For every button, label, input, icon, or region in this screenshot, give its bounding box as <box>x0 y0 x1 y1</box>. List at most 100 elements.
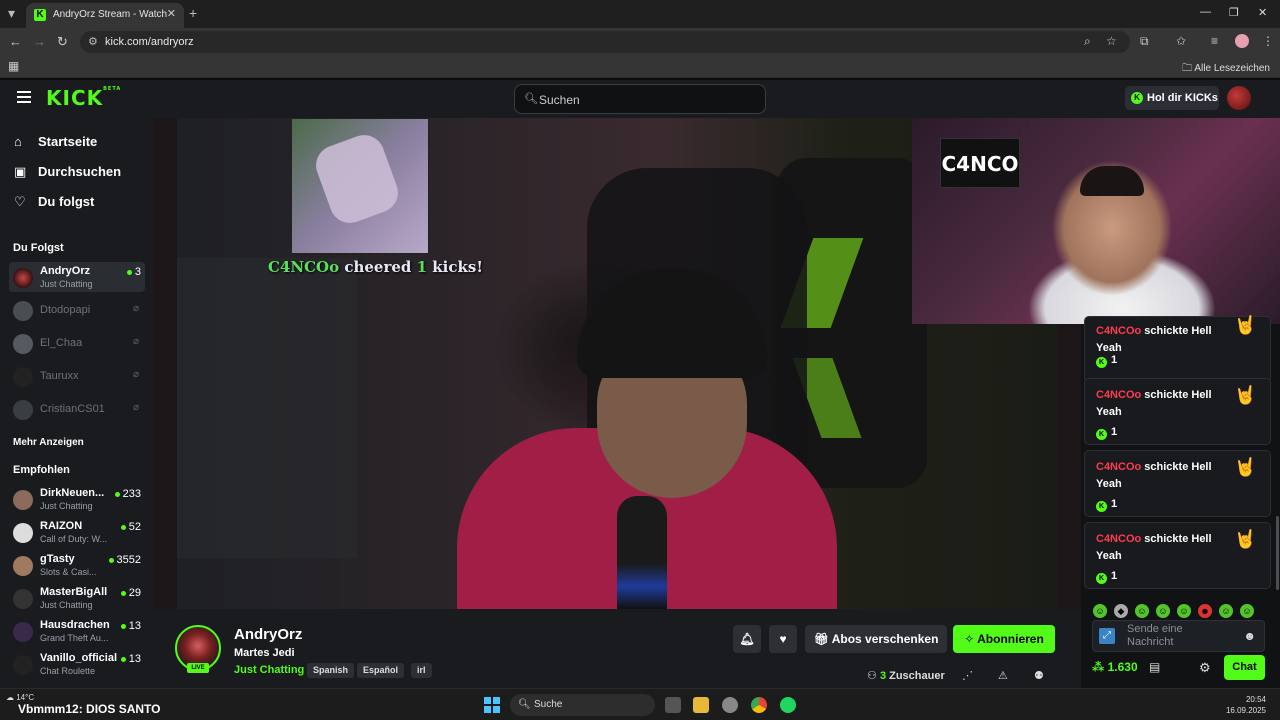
offline-icon: ⌀ <box>132 402 139 413</box>
stream-category[interactable]: Just Chatting <box>234 664 304 676</box>
kicks-coin-icon: K <box>1096 429 1107 440</box>
sidebar-channel-tauruxx[interactable]: Tauruxx ⌀ <box>9 361 145 391</box>
get-kicks-button[interactable]: K Hol dir KICKs <box>1125 86 1219 110</box>
forward-icon[interactable]: → <box>33 34 46 49</box>
chat-message-input[interactable]: ⤢ Sende eine Nachricht ☻ <box>1092 620 1265 652</box>
viewer-count: 13 <box>120 653 141 665</box>
channel-avatar[interactable]: LIVE <box>175 625 221 673</box>
tag-spanish[interactable]: Spanish <box>307 663 355 678</box>
sidebar-channel-recommended[interactable]: MasterBigAll Just Chatting 29 <box>9 583 145 613</box>
zoom-icon[interactable]: ⌕ <box>1084 34 1091 49</box>
reload-icon[interactable]: ↻ <box>57 34 68 50</box>
chat-input-placeholder: Sende eine Nachricht <box>1127 623 1183 648</box>
gift-icon: 🎁︎ <box>813 632 829 646</box>
following-heading: Du Folgst <box>13 242 64 254</box>
back-icon[interactable]: ← <box>9 34 22 49</box>
weather-widget[interactable]: ☁ 14°C <box>6 693 34 702</box>
emoji-picker-icon[interactable]: ☻ <box>1243 629 1256 643</box>
favorites-icon[interactable]: ✩ <box>1176 34 1186 48</box>
media-control-icon[interactable]: ≡ <box>1211 34 1218 48</box>
emote-icon[interactable]: ☺ <box>1177 604 1191 618</box>
browser-menu-icon[interactable]: ⋮ <box>1262 34 1274 48</box>
emote-icon[interactable]: ◆ <box>1114 604 1128 618</box>
search-icon: 🔍︎ <box>518 699 531 710</box>
tag-irl[interactable]: irl <box>411 663 432 678</box>
sidebar-channel-recommended[interactable]: RAIZON Call of Duty: W... 52 <box>9 517 145 547</box>
kick-logo[interactable]: KICKBETA <box>46 86 121 110</box>
stream-title: Martes Jedi <box>234 647 295 659</box>
chat-username[interactable]: C4NCOo <box>1096 461 1141 473</box>
sidebar-channel-recommended[interactable]: Vanillo_official Chat Roulette 13 <box>9 649 145 679</box>
notification-bell-button[interactable]: 🔔︎ <box>733 625 761 653</box>
tab-list-icon[interactable]: ▾ <box>8 5 15 22</box>
sidebar-nav-home[interactable]: ⌂ Startseite <box>14 134 97 149</box>
sidebar-channel-el-chaa[interactable]: El_Chaa ⌀ <box>9 328 145 358</box>
chat-send-button[interactable]: Chat <box>1224 655 1265 680</box>
tab-close-icon[interactable]: ✕ <box>167 7 176 20</box>
live-dot-icon <box>114 491 120 497</box>
report-icon[interactable]: ⚠ <box>998 669 1008 682</box>
tab-title: AndryOrz Stream - Watch Live on Kick <box>53 9 168 20</box>
channel-name[interactable]: AndryOrz <box>234 626 302 643</box>
microphone <box>617 496 667 609</box>
bookmark-star-icon[interactable]: ☆ <box>1106 34 1117 48</box>
app-icon[interactable] <box>722 697 738 713</box>
emote-icon[interactable]: ☺ <box>1240 604 1254 618</box>
minimize-icon[interactable]: — <box>1200 6 1211 18</box>
tag-espanol[interactable]: Español <box>357 663 405 678</box>
all-bookmarks[interactable]: 🗀 Alle Lesezeichen <box>1182 61 1270 78</box>
emote-icon[interactable]: ☺ <box>1219 604 1233 618</box>
site-info-icon[interactable]: ⚙ <box>88 35 98 48</box>
emote-icon[interactable]: ☺ <box>1135 604 1149 618</box>
follow-button[interactable]: ♥ <box>769 625 797 653</box>
share-icon[interactable]: ⋰ <box>962 669 973 682</box>
browser-tab-bar: K AndryOrz Stream - Watch Live on Kick ✕… <box>0 0 1280 28</box>
user-avatar[interactable] <box>1227 86 1251 110</box>
emote-icon[interactable]: ☺ <box>1156 604 1170 618</box>
apps-grid-icon[interactable]: ▦ <box>8 59 19 73</box>
menu-icon[interactable] <box>17 91 31 103</box>
profile-avatar[interactable] <box>1235 34 1249 48</box>
task-view-icon[interactable] <box>665 697 681 713</box>
points-icon: ⁂ <box>1092 660 1105 674</box>
chat-settings-icon[interactable]: ⚙ <box>1199 660 1211 676</box>
show-more-link[interactable]: Mehr Anzeigen <box>13 437 84 448</box>
close-window-icon[interactable]: ✕ <box>1258 6 1267 19</box>
browser-tab[interactable]: K AndryOrz Stream - Watch Live on Kick ✕ <box>26 3 184 28</box>
file-explorer-icon[interactable] <box>693 697 709 713</box>
sidebar-channel-cristiancs01[interactable]: CristianCS01 ⌀ <box>9 394 145 424</box>
sidebar-nav-following[interactable]: ♡ Du folgst <box>14 194 94 210</box>
sidebar-channel-recommended[interactable]: DirkNeuen... Just Chatting 233 <box>9 484 145 514</box>
add-friend-icon[interactable]: ⚉ <box>1034 669 1044 682</box>
maximize-icon[interactable]: ❐ <box>1229 6 1239 19</box>
taskbar-search-input[interactable]: 🔍︎ Suche <box>510 694 655 716</box>
windows-start-icon[interactable] <box>484 697 500 713</box>
sidebar-channel-recommended[interactable]: Hausdrachen Grand Theft Au... 13 <box>9 616 145 646</box>
chat-scrollbar[interactable] <box>1276 516 1279 590</box>
store-icon[interactable]: ▤ <box>1149 660 1160 674</box>
kicks-coin-icon: K <box>1131 92 1143 104</box>
sidebar-nav-browse[interactable]: ▣ Durchsuchen <box>14 164 121 180</box>
system-clock[interactable]: 20:54 16.09.2025 <box>1226 694 1266 716</box>
emote-icon[interactable]: ☻ <box>1198 604 1212 618</box>
extensions-icon[interactable]: ⧉ <box>1140 34 1149 49</box>
sidebar-channel-andryorz[interactable]: AndryOrz Just Chatting 3 <box>9 262 145 292</box>
search-icon: 🔍︎ <box>524 93 538 105</box>
chat-username[interactable]: C4NCOo <box>1096 533 1141 545</box>
search-input[interactable]: 🔍︎ Suchen <box>514 84 766 114</box>
sidebar-channel-dtodopapi[interactable]: Dtodopapi ⌀ <box>9 295 145 325</box>
viewer-count: 29 <box>120 587 141 599</box>
chat-username[interactable]: C4NCOo <box>1096 389 1141 401</box>
chat-identity-icon[interactable]: ⤢ <box>1099 628 1115 644</box>
sidebar-channel-recommended[interactable]: gTasty Slots & Casi... 3552 <box>9 550 145 580</box>
address-bar[interactable]: ⚙ kick.com/andryorz <box>80 31 1130 53</box>
subscribe-button[interactable]: ✧ Abonnieren <box>953 625 1055 653</box>
gift-subs-button[interactable]: 🎁︎ Abos verschenken <box>805 625 947 653</box>
avatar <box>13 556 33 576</box>
emote-icon[interactable]: ☺ <box>1093 604 1107 618</box>
chat-username[interactable]: C4NCOo <box>1096 325 1141 337</box>
channel-points[interactable]: ⁂ 1.630 <box>1092 660 1138 674</box>
spotify-icon[interactable] <box>780 697 796 713</box>
new-tab-icon[interactable]: + <box>189 5 197 21</box>
chrome-icon[interactable] <box>751 697 767 713</box>
